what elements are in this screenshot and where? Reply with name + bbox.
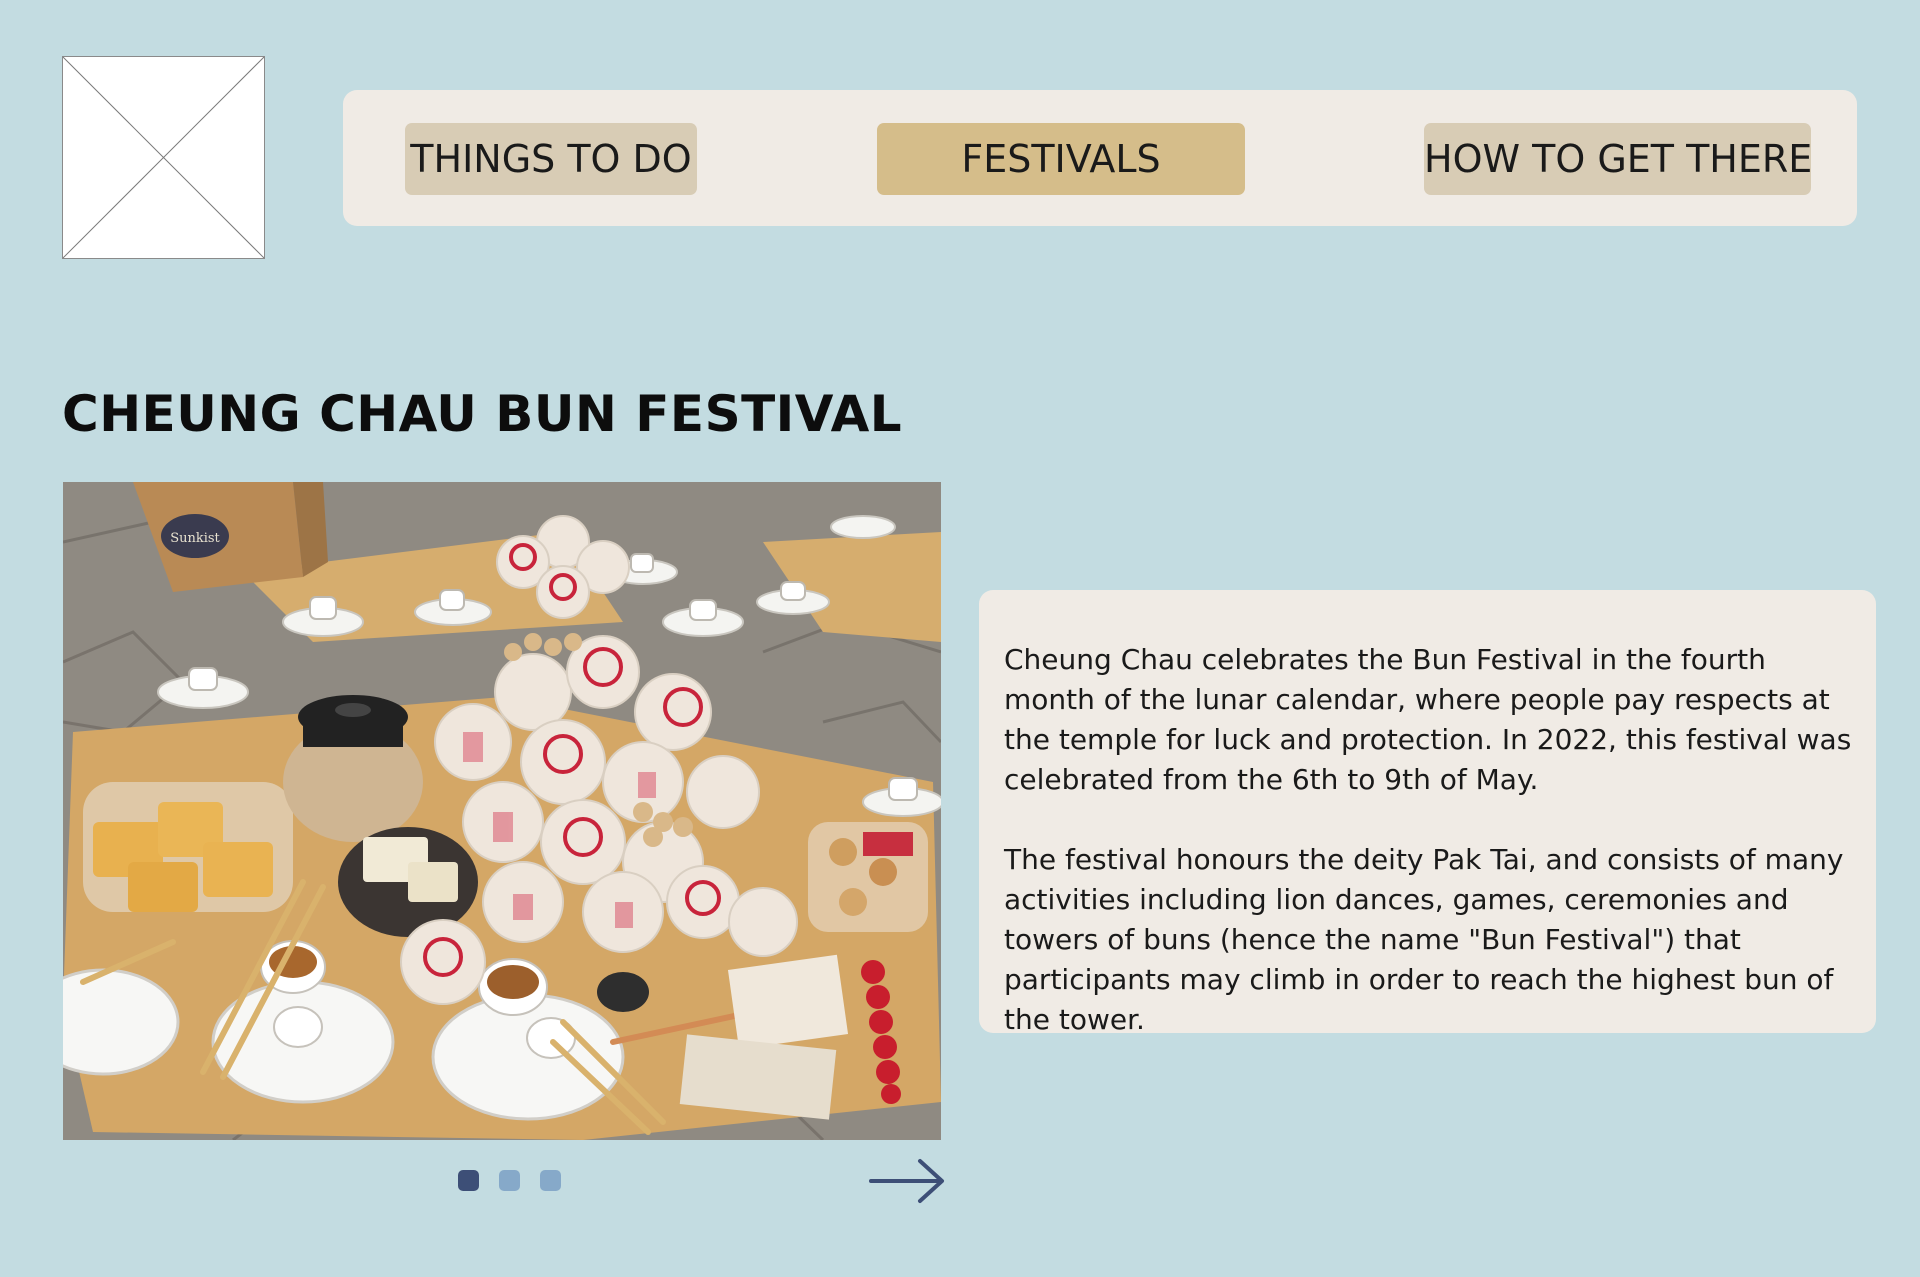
arrow-right-icon xyxy=(869,1159,944,1203)
logo-placeholder[interactable] xyxy=(62,56,265,259)
box-label: Sunkist xyxy=(170,531,220,546)
carousel-dot-2[interactable] xyxy=(499,1170,520,1191)
carousel-dot-1[interactable] xyxy=(458,1170,479,1191)
nav-festivals[interactable]: FESTIVALS xyxy=(877,123,1245,195)
description-paragraph-1: Cheung Chau celebrates the Bun Festival … xyxy=(1004,643,1852,796)
festival-photo-illustration: Sunkist xyxy=(63,482,941,1140)
carousel-dot-3[interactable] xyxy=(540,1170,561,1191)
page-title: CHEUNG CHAU BUN FESTIVAL xyxy=(62,385,903,443)
carousel-dots xyxy=(458,1170,561,1192)
description-paragraph-2: The festival honours the deity Pak Tai, … xyxy=(1004,843,1844,1036)
nav-how-to-get-there[interactable]: HOW TO GET THERE xyxy=(1424,123,1812,195)
image-placeholder-icon xyxy=(63,57,264,258)
carousel-next-button[interactable] xyxy=(868,1158,946,1204)
main-nav: THINGS TO DO FESTIVALS HOW TO GET THERE xyxy=(343,90,1857,226)
festival-photo: Sunkist xyxy=(63,482,941,1140)
description-card: Cheung Chau celebrates the Bun Festival … xyxy=(979,590,1876,1036)
nav-things-to-do[interactable]: THINGS TO DO xyxy=(405,123,697,195)
